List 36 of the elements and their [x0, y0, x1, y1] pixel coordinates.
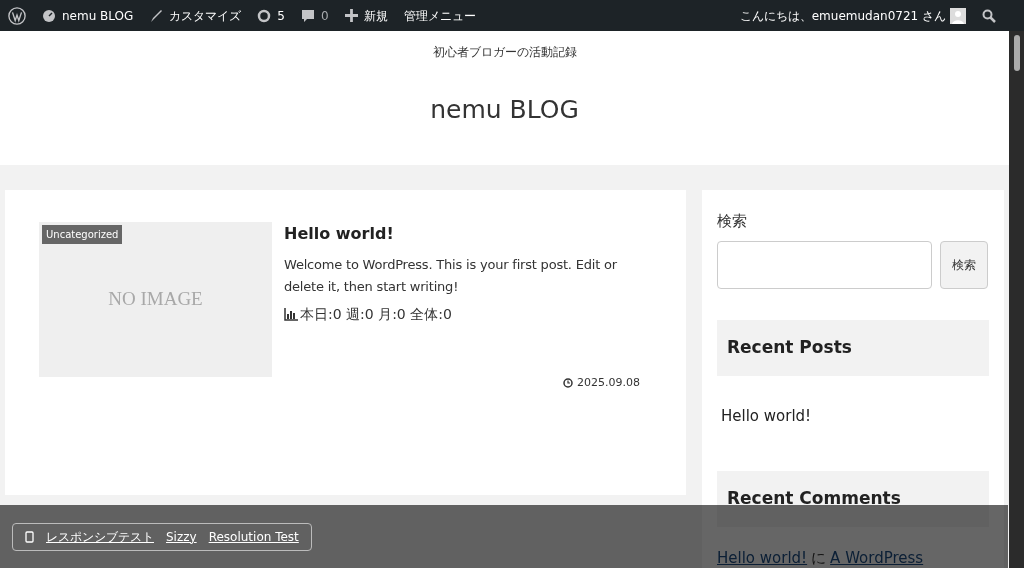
- comments-count[interactable]: 0: [321, 6, 329, 25]
- bar-chart-icon: [284, 308, 298, 321]
- wordpress-logo-icon[interactable]: [8, 6, 26, 25]
- admin-menu-link[interactable]: 管理メニュー: [403, 6, 476, 25]
- search-button[interactable]: 検索: [940, 240, 988, 289]
- dashboard-icon: [42, 8, 56, 23]
- site-tagline: 初心者ブロガーの活動記録: [432, 44, 577, 61]
- search-heading: 検索: [717, 211, 748, 232]
- search-icon[interactable]: [982, 8, 996, 23]
- updates-count[interactable]: 5: [277, 6, 285, 25]
- avatar-icon[interactable]: [950, 7, 966, 24]
- plus-icon: [344, 9, 358, 22]
- widget-heading: Recent Posts: [717, 319, 989, 376]
- site-link[interactable]: nemu BLOG: [62, 6, 134, 25]
- recent-post-link[interactable]: Hello world!: [717, 404, 989, 427]
- site-title[interactable]: nemu BLOG: [430, 91, 579, 129]
- post-date: 2025.09.08: [577, 375, 640, 391]
- scrollbar[interactable]: [1009, 31, 1024, 568]
- comment-joiner: に: [811, 548, 827, 568]
- customize-link[interactable]: カスタマイズ: [169, 6, 242, 25]
- toolbar-link[interactable]: Resolution Test: [208, 527, 299, 546]
- post-title[interactable]: Hello world!: [284, 222, 656, 246]
- phone-icon: [25, 530, 34, 543]
- view-stats: 本日:0 週:0 月:0 全体:0: [300, 305, 452, 324]
- category-label[interactable]: Uncategorized: [42, 225, 123, 244]
- greeting-link[interactable]: こんにちは、emuemudan0721 さん: [739, 6, 946, 25]
- toolbar-link[interactable]: レスポンシブテスト: [46, 527, 154, 546]
- clock-icon: [563, 378, 573, 389]
- comment-icon: [301, 8, 315, 23]
- no-image-text: NO IMAGE: [108, 287, 203, 312]
- widget-heading: Recent Comments: [717, 471, 989, 527]
- post-excerpt: Welcome to WordPress. This is your first post. Edit or delete it, then start writing!: [284, 256, 618, 296]
- new-link[interactable]: 新規: [363, 6, 388, 25]
- thumbnail-placeholder[interactable]: Uncategorized NO IMAGE: [39, 222, 272, 377]
- toolbar-link[interactable]: Sizzy: [166, 527, 197, 546]
- search-field[interactable]: [717, 240, 932, 289]
